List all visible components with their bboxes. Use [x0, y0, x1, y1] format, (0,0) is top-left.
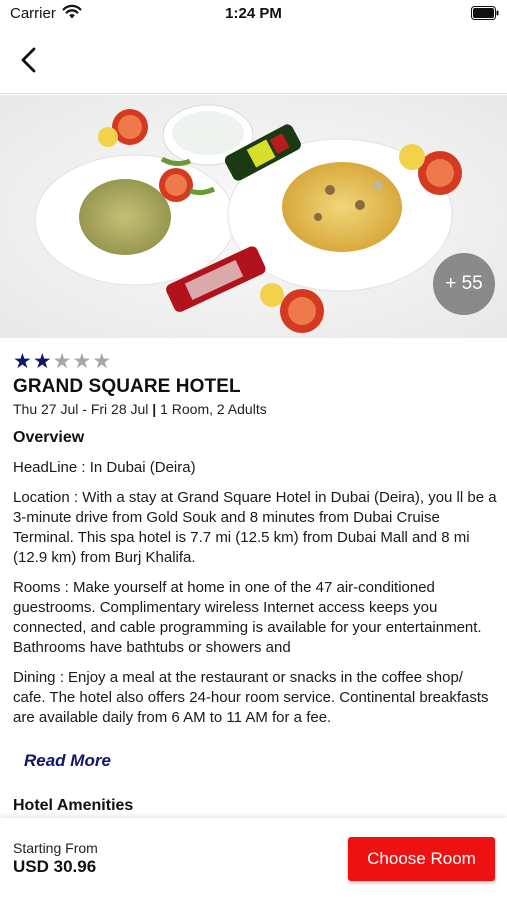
starting-from-label: Starting From: [13, 840, 98, 856]
navigation-bar: [0, 28, 507, 94]
more-photos-badge[interactable]: + 55: [433, 253, 495, 315]
status-bar: Carrier 1:24 PM: [0, 0, 507, 28]
clock: 1:24 PM: [225, 5, 282, 22]
star-empty-icon: ★: [52, 350, 72, 373]
stay-dates: Thu 27 Jul - Fri 28 Jul: [13, 401, 149, 417]
hotel-name: GRAND SQUARE HOTEL: [13, 376, 241, 397]
star-filled-icon: ★: [32, 350, 52, 373]
overview-dining: Dining : Enjoy a meal at the restaurant …: [13, 669, 489, 726]
stay-info: Thu 27 Jul - Fri 28 Jul | 1 Room, 2 Adul…: [13, 401, 267, 417]
star-empty-icon: ★: [72, 350, 92, 373]
amenities-heading: Hotel Amenities: [13, 797, 134, 814]
star-rating: ★ ★ ★ ★ ★: [13, 351, 111, 372]
stay-separator: |: [152, 401, 157, 417]
booking-footer: Starting From USD 30.96 Choose Room: [0, 818, 507, 900]
overview-rooms: Rooms : Make yourself at home in one of …: [13, 579, 482, 656]
overview-heading: Overview: [13, 429, 85, 446]
overview-headline: HeadLine : In Dubai (Deira): [13, 459, 196, 476]
hotel-photo: [0, 95, 507, 338]
hotel-details: ★ ★ ★ ★ ★ GRAND SQUARE HOTEL Thu 27 Jul …: [0, 338, 507, 818]
occupancy: 1 Room, 2 Adults: [160, 401, 267, 417]
chevron-left-icon: [21, 47, 36, 73]
battery-icon: [471, 6, 499, 20]
star-filled-icon: ★: [13, 350, 32, 373]
read-more-link[interactable]: Read More: [24, 751, 111, 771]
star-empty-icon: ★: [92, 350, 112, 373]
overview-location: Location : With a stay at Grand Square H…: [13, 489, 497, 566]
choose-room-button[interactable]: Choose Room: [348, 837, 495, 881]
back-button[interactable]: [14, 44, 44, 76]
hotel-photo-gallery[interactable]: + 55: [0, 95, 507, 338]
price-value: USD 30.96: [13, 857, 97, 876]
